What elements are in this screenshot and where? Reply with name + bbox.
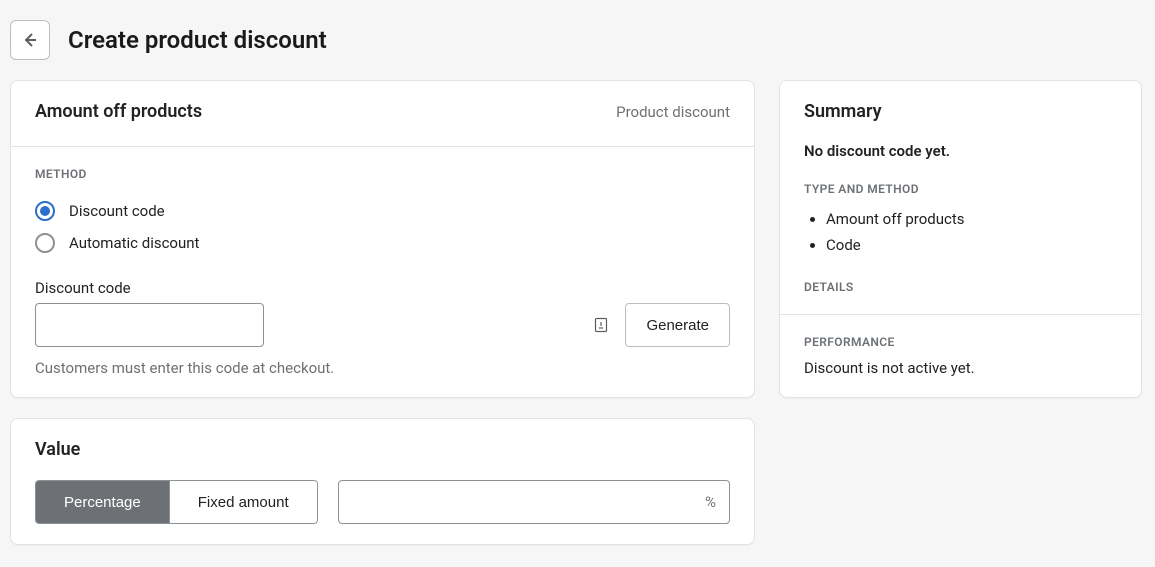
radio-indicator-icon [35,233,55,253]
radio-automatic-label: Automatic discount [69,234,199,252]
card-icon [593,317,609,333]
page-header: Create product discount [0,0,1155,80]
value-input[interactable] [338,480,730,524]
discount-type-badge: Product discount [616,103,730,121]
radio-discount-code[interactable]: Discount code [35,195,730,227]
method-heading: METHOD [35,167,730,181]
summary-list: Amount off products Code [804,206,1117,258]
summary-title: Summary [804,101,1117,122]
summary-card: Summary No discount code yet. TYPE AND M… [779,80,1142,398]
summary-performance-text: Discount is not active yet. [804,359,1117,377]
amount-off-card: Amount off products Product discount MET… [10,80,755,398]
method-radio-group: Discount code Automatic discount [35,195,730,259]
radio-discount-code-label: Discount code [69,202,165,220]
value-suffix: % [705,493,716,511]
page-title: Create product discount [68,26,327,54]
segment-percentage[interactable]: Percentage [36,481,169,523]
radio-automatic-discount[interactable]: Automatic discount [35,227,730,259]
discount-code-help: Customers must enter this code at checko… [35,359,730,377]
generate-button[interactable]: Generate [625,303,730,347]
discount-code-input[interactable] [35,303,264,347]
summary-details-heading: DETAILS [804,280,1117,294]
amount-off-title: Amount off products [35,101,202,122]
value-card: Value Percentage Fixed amount % [10,418,755,545]
summary-performance-heading: PERFORMANCE [804,335,1117,349]
value-type-segmented: Percentage Fixed amount [35,480,318,524]
arrow-left-icon [20,30,40,50]
summary-item-method: Code [826,232,1117,258]
value-title: Value [35,439,730,460]
radio-indicator-icon [35,201,55,221]
summary-status: No discount code yet. [804,142,1117,160]
segment-fixed-amount[interactable]: Fixed amount [169,481,317,523]
back-button[interactable] [10,20,50,60]
discount-code-label: Discount code [35,279,730,297]
summary-item-type: Amount off products [826,206,1117,232]
summary-type-method-heading: TYPE AND METHOD [804,182,1117,196]
